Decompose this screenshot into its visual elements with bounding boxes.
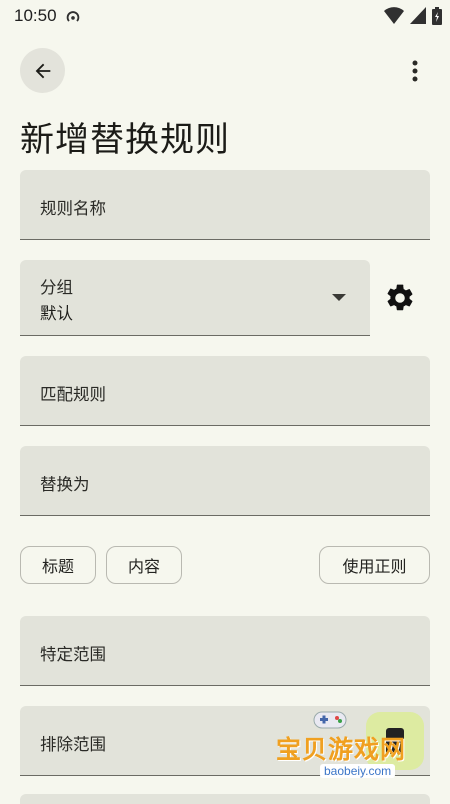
- status-icons: [384, 6, 442, 26]
- dropdown-arrow-icon: [332, 294, 346, 301]
- title-chip[interactable]: 标题: [20, 546, 96, 584]
- content-chip[interactable]: 内容: [106, 546, 182, 584]
- group-label: 分组: [40, 278, 73, 297]
- signal-icon: [410, 7, 426, 24]
- specific-scope-field[interactable]: 特定范围: [20, 616, 430, 686]
- gamepad-icon: [313, 711, 347, 729]
- match-rule-label: 匹配规则: [40, 385, 106, 404]
- arrow-left-icon: [35, 63, 50, 78]
- battery-icon: [432, 7, 442, 25]
- rule-name-field[interactable]: 规则名称: [20, 170, 430, 240]
- watermark-text: 宝贝游戏网: [276, 735, 407, 764]
- group-value: 默认: [40, 304, 73, 323]
- exclude-scope-label: 排除范围: [40, 735, 106, 754]
- overflow-menu-button[interactable]: [402, 56, 428, 86]
- more-vert-icon: [412, 60, 418, 82]
- back-button[interactable]: [20, 48, 65, 93]
- page-title: 新增替换规则: [20, 120, 230, 160]
- status-bar: 10:50: [0, 0, 450, 34]
- specific-scope-label: 特定范围: [40, 645, 106, 664]
- watermark-url: baobeiy.com: [320, 764, 396, 778]
- next-field-partial: [20, 794, 430, 804]
- group-dropdown[interactable]: 分组 默认: [20, 260, 370, 336]
- replace-with-field[interactable]: 替换为: [20, 446, 430, 516]
- gear-icon[interactable]: [384, 282, 416, 314]
- hotspot-icon: [66, 11, 80, 22]
- match-rule-field[interactable]: 匹配规则: [20, 356, 430, 426]
- watermark: 宝贝游戏网 baobeiy.com: [272, 708, 432, 784]
- rule-name-label: 规则名称: [40, 199, 106, 218]
- wifi-icon: [384, 7, 404, 24]
- use-regex-chip[interactable]: 使用正则: [319, 546, 430, 584]
- replace-with-label: 替换为: [40, 475, 90, 494]
- status-time: 10:50: [14, 6, 57, 25]
